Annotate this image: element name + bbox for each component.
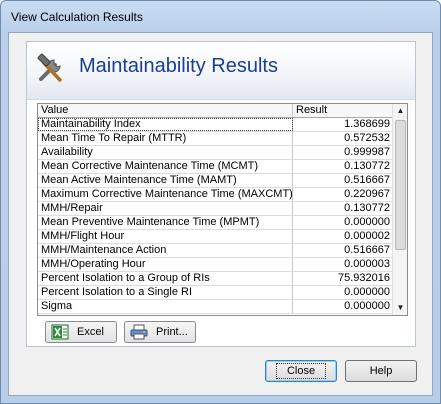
grid-header: Value Result: [38, 104, 393, 118]
help-button[interactable]: Help: [345, 360, 417, 382]
column-header-value[interactable]: Value: [38, 104, 293, 117]
row-name: Mean Time To Repair (MTTR): [38, 132, 293, 145]
banner-title: Maintainability Results: [79, 55, 278, 77]
vertical-scrollbar[interactable]: ▲ ▼: [392, 104, 407, 315]
row-value: 0.516667: [344, 244, 390, 256]
print-button[interactable]: Print...: [124, 321, 196, 343]
table-row[interactable]: Mean Corrective Maintenance Time (MCMT) 0…: [38, 160, 393, 174]
table-row[interactable]: Mean Preventive Maintenance Time (MPMT) 0…: [38, 216, 393, 230]
row-value: 0.220967: [344, 188, 390, 200]
excel-icon: [51, 324, 69, 340]
row-value: 0.999987: [344, 146, 390, 158]
row-value: 0.000000: [344, 286, 390, 298]
row-name: MMH/Flight Hour: [38, 230, 293, 243]
results-grid[interactable]: Value Result Maintainability Index 1.3686…: [37, 103, 408, 316]
table-row[interactable]: Maximum Corrective Maintenance Time (MAX…: [38, 188, 393, 202]
row-name: MMH/Repair: [38, 202, 293, 215]
title-bar[interactable]: View Calculation Results: [1, 1, 440, 33]
dialog-client-area: Maintainability Results Value Result Mai…: [8, 32, 433, 396]
table-row[interactable]: MMH/Operating Hour 0.000003: [38, 258, 393, 272]
row-value: 0.000000: [344, 216, 390, 228]
row-name: Percent Isolation to a Single RI: [38, 286, 293, 299]
row-value: 0.000003: [344, 258, 390, 270]
table-row[interactable]: Percent Isolation to a Group of RIs 75.93…: [38, 272, 393, 286]
row-value: 0.130772: [344, 160, 390, 172]
table-row[interactable]: MMH/Maintenance Action 0.516667: [38, 244, 393, 258]
help-button-label: Help: [369, 365, 393, 377]
row-value: 0.130772: [344, 202, 390, 214]
table-row[interactable]: Mean Active Maintenance Time (MAMT) 0.516…: [38, 174, 393, 188]
row-value: 0.572532: [344, 132, 390, 144]
table-row[interactable]: Maintainability Index 1.368699: [38, 118, 393, 132]
row-name: Maximum Corrective Maintenance Time (MAX…: [38, 188, 293, 201]
table-row[interactable]: Availability 0.999987: [38, 146, 393, 160]
excel-button-label: Excel: [77, 326, 104, 338]
row-name: MMH/Operating Hour: [38, 258, 293, 271]
tools-icon: [37, 53, 62, 82]
row-name: MMH/Maintenance Action: [38, 244, 293, 257]
scroll-up-icon[interactable]: ▲: [393, 104, 407, 118]
scroll-down-icon[interactable]: ▼: [393, 301, 407, 315]
row-name: Percent Isolation to a Group of RIs: [38, 272, 293, 285]
row-value: 75.932016: [338, 272, 390, 284]
results-panel: Maintainability Results Value Result Mai…: [26, 41, 416, 347]
scroll-thumb[interactable]: [395, 120, 406, 250]
table-row[interactable]: Sigma 0.000000: [38, 300, 393, 314]
grid-body: Value Result Maintainability Index 1.3686…: [38, 104, 393, 315]
table-row[interactable]: Mean Time To Repair (MTTR) 0.572532: [38, 132, 393, 146]
close-button-label: Close: [275, 363, 327, 379]
row-value: 0.516667: [344, 174, 390, 186]
results-banner: Maintainability Results: [27, 42, 415, 100]
row-value: 1.368699: [344, 118, 390, 130]
excel-button[interactable]: Excel: [45, 321, 117, 343]
row-name: Mean Active Maintenance Time (MAMT): [38, 174, 293, 187]
column-header-result[interactable]: Result: [293, 104, 393, 117]
row-name: Mean Preventive Maintenance Time (MPMT): [38, 216, 293, 229]
results-window: View Calculation Results Maintainability…: [0, 0, 441, 404]
window-title: View Calculation Results: [11, 10, 143, 24]
row-name: Sigma: [38, 300, 293, 313]
row-name: Maintainability Index: [38, 118, 293, 131]
row-name: Mean Corrective Maintenance Time (MCMT): [38, 160, 293, 173]
close-button[interactable]: Close: [265, 360, 337, 382]
printer-icon: [130, 324, 148, 340]
row-value: 0.000000: [344, 300, 390, 312]
row-name: Availability: [38, 146, 293, 159]
table-row[interactable]: Percent Isolation to a Single RI 0.000000: [38, 286, 393, 300]
row-value: 0.000002: [344, 230, 390, 242]
table-row[interactable]: MMH/Repair 0.130772: [38, 202, 393, 216]
print-button-label: Print...: [156, 326, 188, 338]
table-row[interactable]: MMH/Flight Hour 0.000002: [38, 230, 393, 244]
